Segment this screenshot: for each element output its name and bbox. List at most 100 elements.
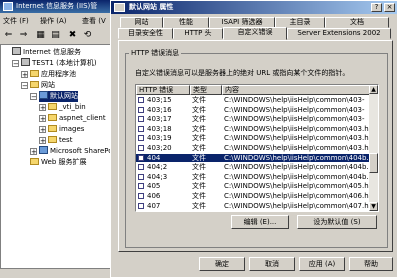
tree-node-label: _vti_bin	[59, 103, 86, 111]
tab-custom-errors[interactable]: 自定义错误	[223, 27, 287, 40]
collapse-minus-icon[interactable]: −	[12, 60, 19, 68]
column-type[interactable]: 类型	[190, 85, 222, 95]
list-item[interactable]: 404;2 文件 C:\WINDOWS\help\iisHelp\common\40…	[136, 163, 373, 172]
error-list[interactable]: HTTP 错误 类型 内容 403;15 文件 C:\WINDOWS\help\ii…	[135, 84, 379, 212]
tree-node[interactable]: 网站	[30, 80, 55, 91]
show-tree-icon[interactable]: ▤	[49, 29, 62, 41]
list-item[interactable]: 403;16 文件 C:\WINDOWS\help\iisHelp\common\4…	[136, 106, 370, 114]
up-level-icon[interactable]: ▦	[34, 29, 47, 41]
computer-icon	[21, 58, 30, 66]
folder-icon	[48, 136, 57, 143]
cell-content: C:\WINDOWS\help\iisHelp\common\406.h	[224, 192, 369, 200]
tree-node-label: aspnet_client	[59, 114, 106, 122]
list-item[interactable]: 406 文件 C:\WINDOWS\help\iisHelp\common\406.…	[136, 192, 370, 200]
delete-icon[interactable]: ✖	[66, 29, 79, 41]
collapse-minus-icon[interactable]: −	[21, 82, 28, 90]
scroll-thumb[interactable]	[369, 153, 378, 173]
list-item[interactable]: 403;18 文件 C:\WINDOWS\help\iisHelp\common\4…	[136, 125, 370, 133]
tree-node[interactable]: TEST1 (本地计算机)	[21, 58, 97, 69]
mmc-title: Internet 信息服务 (IIS)管	[16, 2, 98, 10]
site-icon	[39, 91, 48, 99]
menu-action[interactable]: 操作 (A)	[40, 16, 66, 26]
cell-code: 404;2	[147, 163, 168, 172]
dialog-title-bar[interactable]: 默认网站 属性 ? ×	[111, 1, 397, 14]
list-item[interactable]: 405 文件 C:\WINDOWS\help\iisHelp\common\405.…	[136, 182, 370, 190]
tab-http-headers[interactable]: HTTP 头	[173, 28, 223, 39]
tree-node[interactable]: 默认网站	[39, 91, 78, 102]
status-bar	[0, 270, 118, 278]
file-icon	[138, 125, 144, 132]
tree-node[interactable]: 应用程序池	[30, 69, 76, 80]
expand-plus-icon[interactable]: +	[30, 148, 37, 156]
list-item[interactable]: 403;19 文件 C:\WINDOWS\help\iisHelp\common\4…	[136, 134, 370, 142]
file-icon	[138, 116, 144, 123]
apply-button[interactable]: 应用 (A)	[299, 257, 345, 271]
scroll-up-icon[interactable]: ▲	[369, 85, 378, 94]
help-question-icon[interactable]: ?	[371, 3, 382, 12]
cell-type: 文件	[192, 144, 206, 152]
list-item[interactable]: 403;15 文件 C:\WINDOWS\help\iisHelp\common\4…	[136, 96, 370, 104]
list-item[interactable]: 403;17 文件 C:\WINDOWS\help\iisHelp\common\4…	[136, 115, 370, 123]
folder-icon	[48, 125, 57, 132]
cell-code: 403;16	[147, 105, 172, 114]
tab-website[interactable]: 网站	[120, 17, 163, 28]
description-text: 自定义错误消息可以是服务器上的绝对 URL 或指向某个文件的指针。	[135, 69, 350, 77]
menu-view[interactable]: 查看 (V	[82, 16, 106, 26]
tree-node[interactable]: aspnet_client	[48, 113, 106, 124]
tree-node[interactable]: images	[48, 124, 84, 135]
column-http-error[interactable]: HTTP 错误	[136, 85, 190, 95]
tab-server-extensions[interactable]: Server Extensions 2002	[287, 28, 391, 39]
refresh-icon[interactable]: ⟲	[81, 29, 94, 41]
set-default-button[interactable]: 设为默认值 (S)	[297, 215, 377, 229]
edit-button[interactable]: 编辑 (E)...	[231, 215, 289, 229]
file-icon	[138, 145, 144, 151]
column-content[interactable]: 内容	[222, 85, 372, 95]
cell-type: 文件	[192, 201, 206, 210]
collapse-minus-icon[interactable]: −	[30, 93, 37, 101]
cell-code: 403;15	[147, 96, 172, 104]
tab-documents[interactable]: 文档	[325, 17, 389, 28]
cell-code: 403;19	[147, 134, 172, 143]
cancel-button[interactable]: 取消	[249, 257, 295, 271]
tree-node[interactable]: Microsoft SharePo	[39, 146, 113, 157]
list-item[interactable]: 407 文件 C:\WINDOWS\help\iisHelp\common\407.…	[136, 202, 370, 210]
cell-content: C:\WINDOWS\help\iisHelp\common\403.h	[224, 144, 369, 152]
cell-content: C:\WINDOWS\help\iisHelp\common\403-	[224, 96, 365, 104]
tree-node-label: Microsoft SharePo	[50, 147, 113, 155]
ok-button[interactable]: 确定	[199, 257, 245, 271]
forward-arrow-icon[interactable]: ⇒	[17, 29, 30, 41]
tree-node[interactable]: Web 服务扩展	[30, 157, 87, 168]
cell-type: 文件	[192, 124, 206, 133]
list-scrollbar[interactable]: ▲ ▼	[369, 85, 378, 211]
scroll-down-icon[interactable]: ▼	[369, 202, 378, 211]
tree-node-label: 默认网站	[50, 92, 78, 100]
folder-icon	[48, 103, 57, 110]
tree-node-label: test	[59, 136, 73, 144]
mmc-title-bar[interactable]: Internet 信息服务 (IIS)管	[0, 0, 118, 13]
expand-plus-icon[interactable]: +	[21, 71, 28, 79]
console-tree[interactable]: Internet 信息服务 − TEST1 (本地计算机) + 应用程序池 − 网站 − 默认网…	[0, 44, 116, 269]
tab-performance[interactable]: 性能	[163, 17, 209, 28]
expand-plus-icon[interactable]: +	[39, 126, 46, 134]
expand-plus-icon[interactable]: +	[39, 137, 46, 145]
iis-app-icon	[3, 2, 13, 11]
cell-type: 文件	[192, 105, 206, 114]
expand-plus-icon[interactable]: +	[39, 104, 46, 112]
tree-node[interactable]: _vti_bin	[48, 102, 86, 113]
group-label: HTTP 错误消息	[129, 48, 182, 58]
tree-node-label: Internet 信息服务	[23, 48, 82, 56]
close-icon[interactable]: ×	[384, 3, 395, 12]
expand-plus-icon[interactable]: +	[39, 115, 46, 123]
back-arrow-icon[interactable]: ⇐	[2, 29, 15, 41]
tree-node[interactable]: test	[48, 135, 72, 146]
list-item[interactable]: 404;3 文件 C:\WINDOWS\help\iisHelp\common\40…	[136, 173, 373, 181]
tree-node[interactable]: Internet 信息服务	[12, 47, 81, 58]
help-button[interactable]: 帮助	[349, 257, 393, 271]
tab-directory-security[interactable]: 目录安全性	[118, 28, 173, 39]
list-item[interactable]: 404 文件 C:\WINDOWS\help\iisHelp\common\404b…	[136, 153, 373, 162]
cell-type: 文件	[192, 96, 206, 104]
file-icon	[138, 183, 144, 190]
menu-file[interactable]: 文件 (F)	[3, 16, 29, 26]
file-icon	[138, 193, 144, 199]
list-item[interactable]: 403;20 文件 C:\WINDOWS\help\iisHelp\common\4…	[136, 144, 370, 152]
